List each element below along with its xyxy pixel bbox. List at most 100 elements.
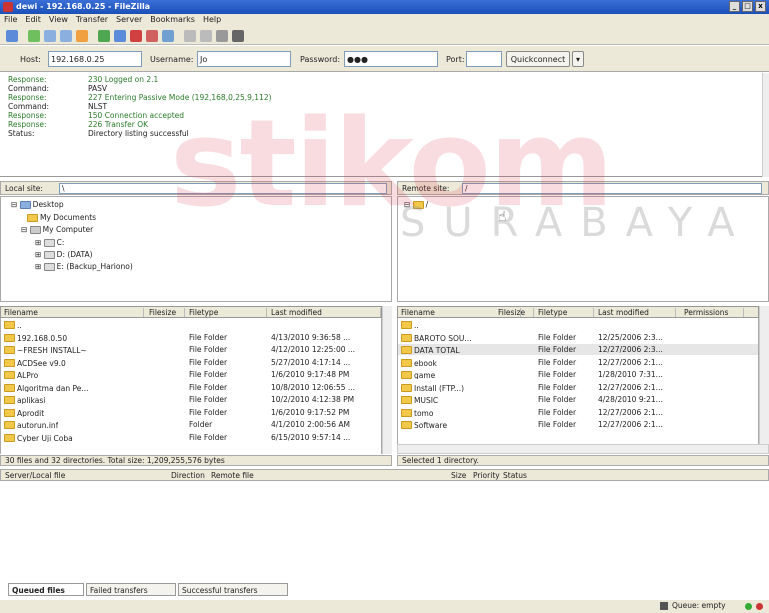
col-direction[interactable]: Direction: [171, 471, 205, 480]
remote-list-hscrollbar[interactable]: [397, 444, 769, 454]
file-row[interactable]: Cyber Uji Coba File Folder 6/15/2010 9:57:…: [1, 432, 381, 443]
file-row[interactable]: 192.168.0.50 File Folder 4/13/2010 9:36:58…: [1, 332, 381, 343]
file-row[interactable]: ebook File Folder 12/27/2006 2:1...: [398, 357, 758, 368]
col-status[interactable]: Status: [503, 471, 527, 480]
file-row[interactable]: Install (FTP...) File Folder 12/27/2006 2:…: [398, 382, 758, 393]
tree-item-drive-d[interactable]: ⊞ D: (DATA): [35, 250, 93, 259]
tree-item-my-computer[interactable]: ⊟ My Computer: [21, 225, 93, 234]
quickconnect-dropdown[interactable]: ▾: [572, 51, 584, 67]
tab-failed-transfers[interactable]: Failed transfers: [86, 583, 176, 596]
toggle-remote-tree-icon[interactable]: [60, 30, 72, 42]
menu-transfer[interactable]: Transfer: [72, 14, 112, 25]
col-last-modified[interactable]: Last modified: [271, 308, 381, 317]
local-list-scrollbar[interactable]: [382, 306, 392, 454]
col-filetype[interactable]: Filetype: [538, 308, 594, 317]
site-manager-icon[interactable]: [6, 30, 18, 42]
file-name: BAROTO SOU...: [401, 333, 497, 342]
log-scrollbar[interactable]: [762, 73, 769, 177]
menu-file[interactable]: File: [0, 14, 21, 25]
col-server-local-file[interactable]: Server/Local file: [5, 471, 65, 480]
file-row[interactable]: ALPro File Folder 1/6/2010 9:17:48 PM: [1, 369, 381, 380]
file-row[interactable]: ..: [1, 319, 381, 330]
menu-server[interactable]: Server: [112, 14, 146, 25]
refresh-icon[interactable]: [98, 30, 110, 42]
file-modified: 12/27/2006 2:1...: [598, 407, 663, 417]
reconnect-icon[interactable]: [162, 30, 174, 42]
tab-queued-files[interactable]: Queued files: [8, 583, 84, 596]
toggle-queue-icon[interactable]: [76, 30, 88, 42]
log-line: Response: 226 Transfer OK: [8, 120, 149, 129]
close-button[interactable]: x: [755, 1, 766, 12]
col-remote-file[interactable]: Remote file: [211, 471, 254, 480]
port-input[interactable]: [466, 51, 502, 67]
col-filesize[interactable]: Filesize: [149, 308, 185, 317]
toggle-log-icon[interactable]: [28, 30, 40, 42]
file-type: File Folder: [189, 432, 228, 442]
quickconnect-button[interactable]: Quickconnect: [506, 51, 570, 67]
host-input[interactable]: 192.168.0.25: [48, 51, 142, 67]
col-filesize[interactable]: Filesize: [498, 308, 534, 317]
tab-successful-transfers[interactable]: Successful transfers: [178, 583, 288, 596]
file-row[interactable]: game File Folder 1/28/2010 7:31...: [398, 369, 758, 380]
col-permissions[interactable]: Permissions: [684, 308, 744, 317]
tree-item-desktop[interactable]: ⊟ Desktop: [11, 200, 64, 209]
file-type: File Folder: [189, 357, 228, 367]
file-modified: 4/28/2010 9:21...: [598, 395, 663, 404]
menu-bookmarks[interactable]: Bookmarks: [146, 14, 199, 25]
local-site-input[interactable]: \: [59, 183, 387, 194]
menu-edit[interactable]: Edit: [21, 14, 45, 25]
file-row[interactable]: ..: [398, 319, 758, 330]
tree-item-drive-e[interactable]: ⊞ E: (Backup_Hariono): [35, 262, 133, 271]
col-priority[interactable]: Priority: [473, 471, 500, 480]
disconnect-icon[interactable]: [146, 30, 158, 42]
cancel-icon[interactable]: [130, 30, 142, 42]
file-row[interactable]: ~FRESH INSTALL~ File Folder 4/12/2010 12:2…: [1, 344, 381, 355]
file-type: File Folder: [538, 357, 577, 367]
remote-site-label: Remote site:: [402, 184, 450, 193]
menu-bar: File Edit View Transfer Server Bookmarks Help: [0, 14, 769, 27]
file-row[interactable]: DATA TOTAL File Folder 12/27/2006 2:3...: [398, 344, 758, 355]
tree-item-my-documents[interactable]: My Documents: [27, 213, 96, 222]
local-list-header: Filename Filesize Filetype Last modified: [0, 306, 382, 318]
compare-icon[interactable]: [200, 30, 212, 42]
col-filename[interactable]: Filename: [4, 308, 144, 317]
folder-icon: [401, 421, 412, 429]
remote-list-scrollbar[interactable]: [759, 306, 769, 444]
file-row[interactable]: Aprodit File Folder 1/6/2010 9:17:52 PM: [1, 407, 381, 418]
remote-site-input[interactable]: /: [462, 183, 762, 194]
toggle-local-tree-icon[interactable]: [44, 30, 56, 42]
file-name: DATA TOTAL: [401, 345, 497, 354]
file-name: ALPro: [4, 370, 146, 379]
minimize-button[interactable]: _: [729, 1, 740, 12]
folder-icon: [401, 358, 412, 367]
process-queue-icon[interactable]: [114, 30, 126, 42]
log-line: Response: 227 Entering Passive Mode (192,…: [8, 93, 272, 102]
search-icon[interactable]: [232, 30, 244, 42]
file-row[interactable]: Software File Folder 12/27/2006 2:1...: [398, 419, 758, 430]
file-modified: 4/13/2010 9:36:58 ...: [271, 332, 351, 342]
file-row[interactable]: Algoritma dan Pe... File Folder 10/8/2010 …: [1, 382, 381, 393]
remote-site-bar: Remote site: /: [397, 181, 769, 195]
col-last-modified[interactable]: Last modified: [598, 308, 676, 317]
file-row[interactable]: autorun.inf Folder 4/1/2010 2:00:56 AM: [1, 419, 381, 430]
username-input[interactable]: Jo: [197, 51, 291, 67]
file-row[interactable]: BAROTO SOU... File Folder 12/25/2006 2:3..…: [398, 332, 758, 343]
maximize-button[interactable]: □: [742, 1, 753, 12]
file-name: Install (FTP...): [401, 383, 497, 392]
sync-browse-icon[interactable]: [216, 30, 228, 42]
tree-item-root[interactable]: ⊟ /: [404, 200, 428, 209]
file-row[interactable]: tomo File Folder 12/27/2006 2:1...: [398, 407, 758, 418]
menu-view[interactable]: View: [45, 14, 72, 25]
file-row[interactable]: ACDSee v9.0 File Folder 5/27/2010 4:17:14 …: [1, 357, 381, 368]
log-line: Response: 150 Connection accepted: [8, 111, 185, 120]
log-line: Command: NLST: [8, 102, 108, 111]
file-name: MUSIC: [401, 395, 497, 404]
filter-icon[interactable]: [184, 30, 196, 42]
password-input[interactable]: ●●●: [344, 51, 438, 67]
col-size[interactable]: Size: [451, 471, 466, 480]
file-row[interactable]: aplikasi File Folder 10/2/2010 4:12:38 PM: [1, 394, 381, 405]
file-row[interactable]: MUSIC File Folder 4/28/2010 9:21...: [398, 394, 758, 405]
col-filetype[interactable]: Filetype: [189, 308, 267, 317]
menu-help[interactable]: Help: [199, 14, 225, 25]
tree-item-drive-c[interactable]: ⊞ C:: [35, 238, 64, 247]
